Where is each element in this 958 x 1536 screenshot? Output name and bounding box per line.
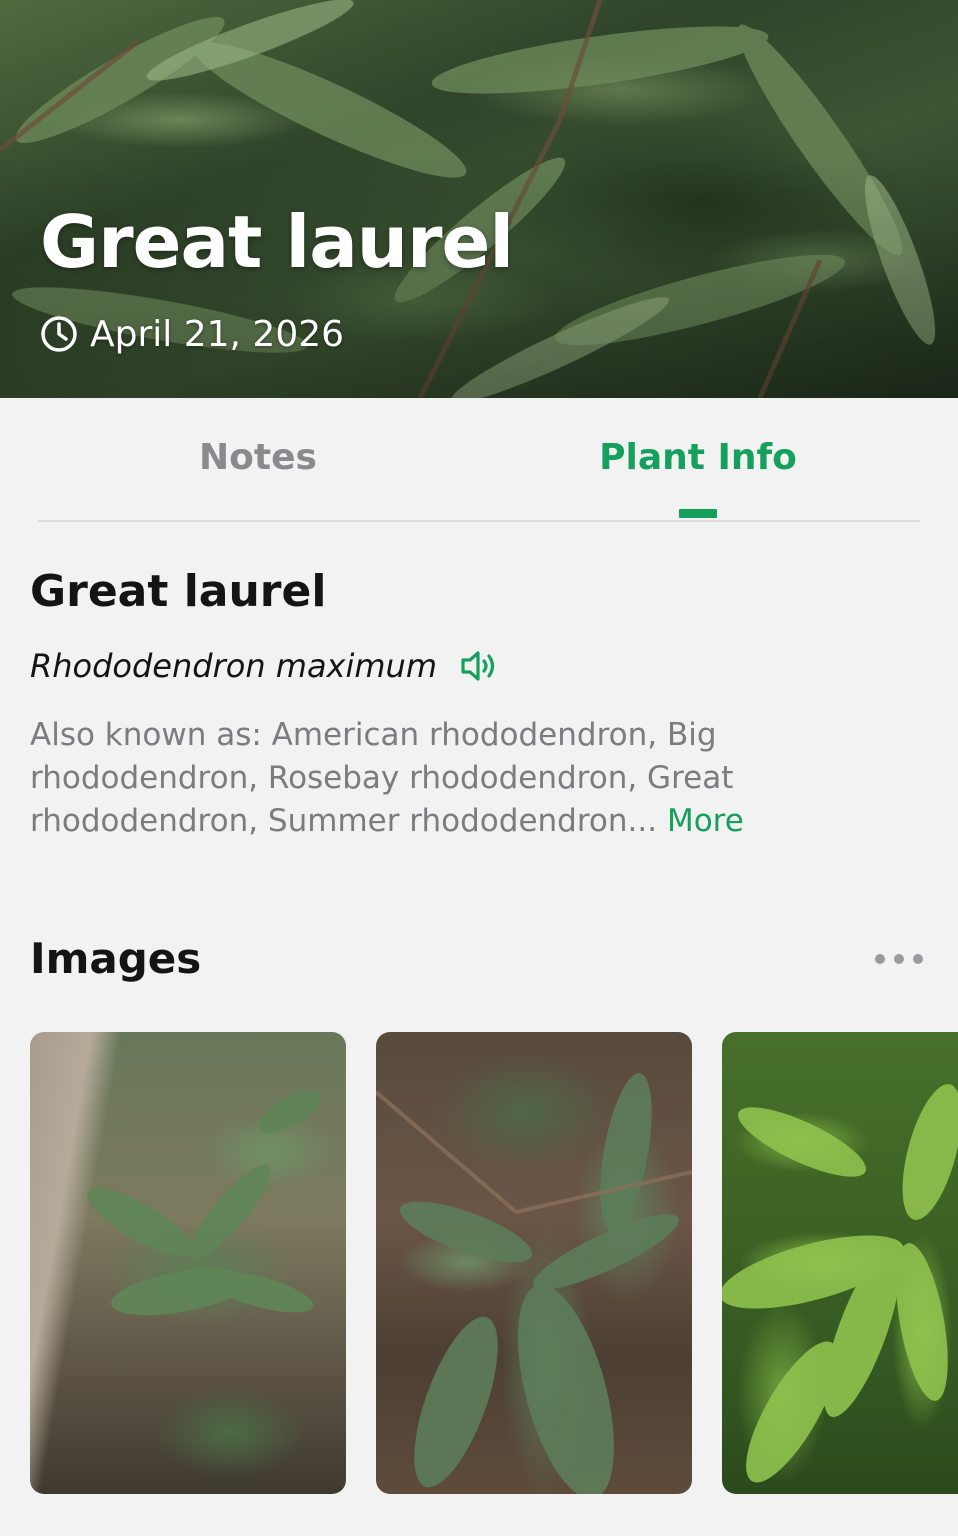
plant-image-thumbnail-1[interactable] [30,1032,346,1494]
tab-notes[interactable]: Notes [158,434,358,482]
plant-scientific-name: Rhododendron maximum [30,647,437,685]
clock-icon [41,316,77,352]
thumbnail-3-foliage [722,1084,958,1483]
dot [894,954,904,964]
thumbnail-2-foliage [376,1073,692,1494]
more-link[interactable]: More [667,803,744,839]
also-known-as-text: Also known as: American rhododendron, Bi… [30,717,734,839]
images-section-title: Images [30,934,202,983]
more-options-button[interactable] [866,944,932,974]
hero-title: Great laurel [40,200,514,284]
hero-date-row: April 21, 2026 [40,312,344,356]
scientific-name-row: Rhododendron maximum [30,644,499,688]
hero-image: Great laurel April 21, 2026 [0,0,958,398]
also-known-as: Also known as: American rhododendron, Bi… [30,714,910,843]
hero-date: April 21, 2026 [90,313,345,355]
plant-common-name: Great laurel [30,566,327,617]
tab-plant-info[interactable]: Plant Info [578,434,818,482]
active-tab-indicator [679,509,717,518]
dot [913,954,923,964]
tab-bar: Notes Plant Info [38,400,920,522]
dot [875,954,885,964]
thumbnail-1-foliage [87,1090,322,1316]
plant-image-thumbnail-3[interactable] [722,1032,958,1494]
speaker-icon[interactable] [459,648,499,684]
plant-image-thumbnail-2[interactable] [376,1032,692,1494]
